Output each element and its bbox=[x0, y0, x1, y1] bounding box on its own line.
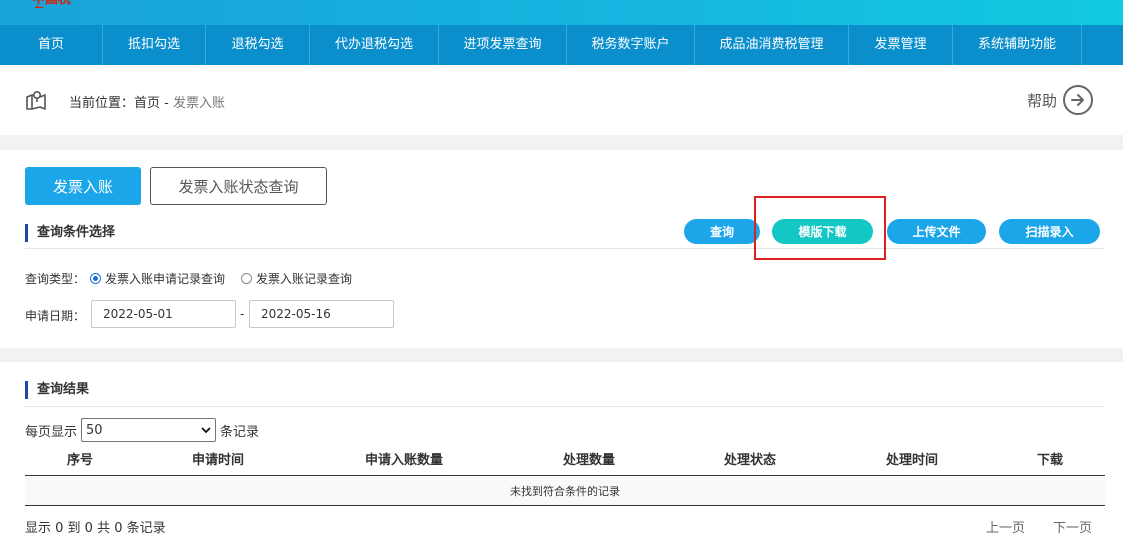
column-header: 处理数量 bbox=[562, 453, 615, 468]
breadcrumb-bar: 当前位置：首页 - 发票入账 帮助 bbox=[0, 65, 1123, 135]
nav-item-oil-consumption-tax[interactable]: 成品油消费税管理 bbox=[695, 25, 849, 65]
page-size-suffix: 条记录 bbox=[220, 424, 260, 440]
column-header: 申请时间 bbox=[191, 453, 244, 468]
nav-item-invoice-management[interactable]: 发票管理 bbox=[849, 25, 953, 65]
highlight-box bbox=[754, 196, 886, 260]
radio-option-entry-records[interactable]: 发票入账记录查询 bbox=[241, 270, 352, 287]
date-range-separator: - bbox=[240, 307, 245, 321]
results-divider bbox=[25, 406, 1105, 407]
query-section-title: 查询条件选择 bbox=[25, 224, 115, 242]
results-section-title: 查询结果 bbox=[25, 381, 89, 399]
main-nav: 首页 抵扣勾选 退税勾选 代办退税勾选 进项发票查询 税务数字账户 成品油消费税… bbox=[0, 25, 1123, 65]
page-size-row: 每页显示 50 条记录 bbox=[25, 418, 259, 442]
help-link[interactable]: 帮助 bbox=[1027, 85, 1093, 115]
search-button[interactable]: 查询 bbox=[684, 219, 760, 244]
help-label: 帮助 bbox=[1026, 91, 1057, 110]
results-table-header: 序号 申请时间 申请入账数量 处理数量 处理状态 处理时间 下载 bbox=[25, 446, 1105, 476]
breadcrumb-prefix: 当前位置： bbox=[69, 96, 135, 111]
column-header: 处理时间 bbox=[885, 453, 938, 468]
breadcrumb-current: 发票入账 bbox=[173, 96, 226, 111]
column-header: 申请入账数量 bbox=[364, 453, 443, 468]
radio-unchecked-icon[interactable] bbox=[241, 273, 253, 284]
radio-option-label: 发票入账申请记录查询 bbox=[105, 272, 226, 286]
page-size-value: 50 bbox=[86, 422, 103, 438]
breadcrumb-home[interactable]: 首页 bbox=[134, 96, 160, 111]
nav-item-deduction-select[interactable]: 抵扣勾选 bbox=[103, 25, 206, 65]
nav-item-refund-select[interactable]: 退税勾选 bbox=[206, 25, 310, 65]
table-empty-row: 未找到符合条件的记录 bbox=[25, 477, 1105, 506]
radio-checked-icon[interactable] bbox=[90, 273, 101, 284]
nav-item-input-invoice-query[interactable]: 进项发票查询 bbox=[439, 25, 567, 65]
map-location-icon bbox=[26, 90, 46, 110]
query-type-radio-group: 发票入账申请记录查询 发票入账记录查询 bbox=[90, 270, 362, 287]
site-logo: 中国税务 bbox=[32, 0, 78, 8]
tab-invoice-entry-status-query[interactable]: 发票入账状态查询 bbox=[150, 167, 327, 205]
query-divider bbox=[25, 248, 1105, 249]
date-to-input[interactable] bbox=[249, 300, 394, 328]
tab-invoice-entry[interactable]: 发票入账 bbox=[25, 167, 141, 205]
upload-file-button[interactable]: 上传文件 bbox=[887, 219, 986, 244]
column-header: 序号 bbox=[66, 453, 93, 468]
arrow-right-circle-icon bbox=[1063, 85, 1093, 115]
query-type-label: 查询类型： bbox=[25, 272, 86, 286]
nav-item-tax-digital-account[interactable]: 税务数字账户 bbox=[567, 25, 695, 65]
nav-item-system-tools[interactable]: 系统辅助功能 bbox=[953, 25, 1082, 65]
scan-entry-button[interactable]: 扫描录入 bbox=[999, 219, 1100, 244]
apply-date-label: 申请日期： bbox=[25, 309, 86, 323]
date-from-input[interactable] bbox=[91, 300, 236, 328]
nav-item-home[interactable]: 首页 bbox=[0, 25, 103, 65]
column-header: 下载 bbox=[1036, 453, 1063, 468]
pagination: 上一页 下一页 bbox=[986, 517, 1092, 536]
column-header: 处理状态 bbox=[723, 453, 776, 468]
next-page-link[interactable]: 下一页 bbox=[1053, 517, 1092, 536]
query-panel: 发票入账 发票入账状态查询 查询条件选择 查询 模版下载 上传文件 扫描录入 查… bbox=[0, 150, 1123, 348]
breadcrumb: 当前位置：首页 - 发票入账 bbox=[69, 92, 225, 111]
chevron-down-icon bbox=[201, 426, 211, 433]
site-logo-text: 中国税务 bbox=[32, 0, 78, 8]
prev-page-link[interactable]: 上一页 bbox=[986, 517, 1025, 536]
radio-option-label: 发票入账记录查询 bbox=[256, 272, 353, 286]
nav-item-agent-refund-select[interactable]: 代办退税勾选 bbox=[310, 25, 439, 65]
results-panel: 查询结果 每页显示 50 条记录 序号 申请时间 申请入账数量 处理数量 处理状… bbox=[0, 362, 1123, 544]
page-size-prefix: 每页显示 bbox=[25, 424, 78, 440]
top-banner: 中国税务 bbox=[0, 0, 1123, 25]
page-size-select[interactable]: 50 bbox=[81, 418, 217, 442]
breadcrumb-separator: - bbox=[160, 96, 173, 111]
pagination-summary: 显示 0 到 0 共 0 条记录 bbox=[25, 521, 166, 536]
radio-option-application-records[interactable]: 发票入账申请记录查询 bbox=[90, 270, 225, 287]
